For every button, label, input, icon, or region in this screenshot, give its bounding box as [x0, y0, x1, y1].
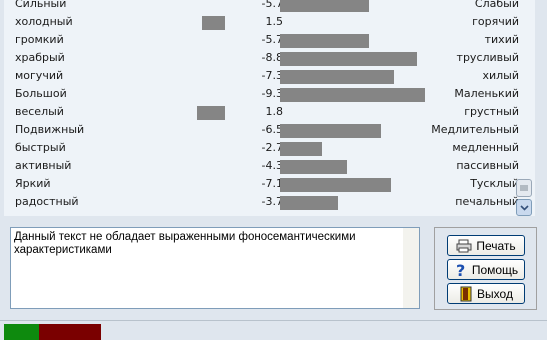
table-row: радостный -3.7 печальный — [4, 193, 535, 211]
scale-right-label: Медлительный — [431, 123, 519, 136]
chevron-down-icon — [519, 204, 529, 211]
scale-left-label: Сильный — [15, 0, 67, 10]
scale-bar — [280, 142, 323, 156]
scale-bar — [280, 160, 348, 174]
scale-bar — [280, 124, 382, 138]
grip-icon — [520, 185, 528, 190]
scale-bar — [280, 0, 369, 12]
table-row: могучий -7.3 хилый — [4, 67, 535, 85]
scale-right-label: печальный — [455, 195, 519, 208]
status-indicator-green — [4, 324, 39, 340]
scale-bar — [280, 70, 394, 84]
table-row: Подвижный -6.5 Медлительный — [4, 121, 535, 139]
scale-bar — [280, 196, 338, 210]
table-scrollbar[interactable] — [516, 179, 532, 217]
help-button[interactable]: ? Помощь — [447, 259, 525, 280]
scale-right-label: Слабый — [474, 0, 519, 10]
scale-bar — [201, 16, 225, 30]
table-row: Яркий -7.1 Тусклый — [4, 175, 535, 193]
table-row: Большой -9.3 Маленький — [4, 85, 535, 103]
scrollbar-thumb[interactable] — [516, 179, 532, 197]
svg-text:?: ? — [456, 262, 465, 278]
table-row: быстрый -2.7 медленный — [4, 139, 535, 157]
table-row: активный -4.3 пассивный — [4, 157, 535, 175]
text-scrollbar[interactable] — [403, 228, 419, 308]
scale-bar — [280, 178, 391, 192]
help-button-label: Помощь — [471, 262, 519, 277]
exit-button-label: Выход — [477, 286, 513, 301]
scale-value: 1.8 — [265, 105, 284, 118]
scale-bar — [280, 34, 369, 48]
scale-left-label: громкий — [15, 33, 64, 46]
scale-left-label: радостный — [15, 195, 79, 208]
scale-left-label: могучий — [15, 69, 64, 82]
scale-right-label: Тусклый — [470, 177, 519, 190]
scale-left-label: храбрый — [15, 51, 65, 64]
scale-right-label: пассивный — [456, 159, 519, 172]
scale-right-label: медленный — [452, 141, 519, 154]
table-row: веселый 1.8 грустный — [4, 103, 535, 121]
scroll-down-button[interactable] — [516, 199, 532, 216]
scale-left-label: активный — [15, 159, 72, 172]
exit-button[interactable]: Выход — [447, 283, 525, 304]
scale-left-label: Подвижный — [15, 123, 85, 136]
scale-left-label: веселый — [15, 105, 64, 118]
table-row: громкий -5.7 тихий — [4, 31, 535, 49]
exit-door-icon — [460, 286, 472, 301]
scale-left-label: холодный — [15, 15, 73, 28]
scale-left-label: Яркий — [15, 177, 51, 190]
scale-right-label: грустный — [464, 105, 519, 118]
scale-value: 1.5 — [265, 15, 284, 28]
scale-right-label: трусливый — [456, 51, 519, 64]
table-row: Сильный -5.7 Слабый — [4, 0, 535, 13]
printer-icon — [456, 239, 472, 252]
print-button-label: Печать — [476, 238, 516, 253]
status-indicator-red — [39, 324, 101, 340]
result-text-area[interactable]: Данный текст не обладает выраженными фон… — [10, 227, 420, 309]
table-row: холодный 1.5 горячий — [4, 13, 535, 31]
print-button[interactable]: Печать — [447, 235, 525, 256]
scale-table: Сильный -5.7 Слабый холодный 1.5 горячий громк… — [4, 0, 535, 216]
scale-bar — [280, 88, 426, 102]
scale-right-label: хилый — [482, 69, 519, 82]
help-question-icon: ? — [456, 262, 465, 278]
scale-bar — [280, 52, 418, 66]
scale-right-label: тихий — [484, 33, 519, 46]
scale-left-label: Большой — [15, 87, 67, 100]
table-row: храбрый -8.8 трусливый — [4, 49, 535, 67]
scale-right-label: Маленький — [454, 87, 519, 100]
scale-bar — [196, 106, 225, 120]
scale-right-label: горячий — [472, 15, 519, 28]
status-bar — [0, 320, 547, 340]
result-message: Данный текст не обладает выраженными фон… — [14, 231, 356, 256]
scale-left-label: быстрый — [15, 141, 66, 154]
